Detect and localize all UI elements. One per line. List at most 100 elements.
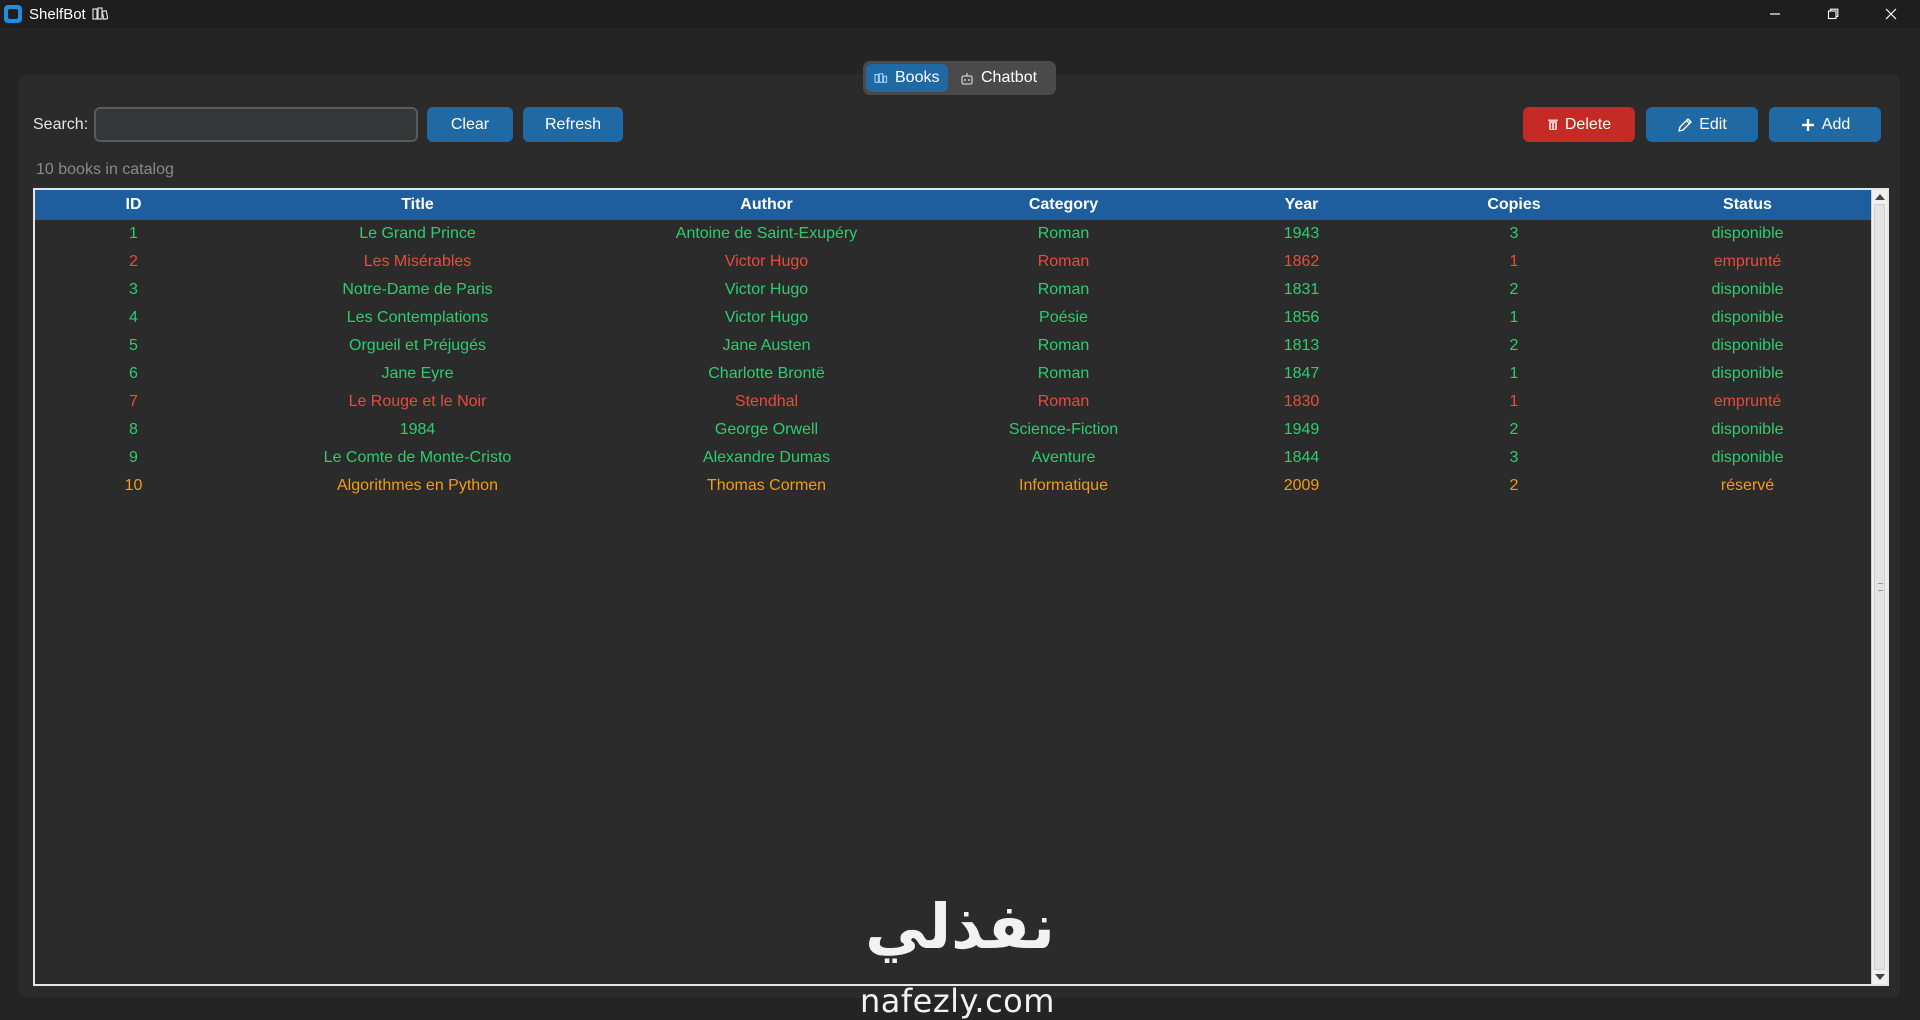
cell-author: Charlotte Brontë [708, 365, 825, 382]
cell-id: 6 [129, 365, 138, 382]
cell-status: disponible [1711, 309, 1784, 326]
cell-title: Orgueil et Préjugés [349, 337, 486, 354]
cell-category: Roman [1037, 393, 1090, 410]
cell-year: 1813 [1283, 337, 1320, 354]
watermark-url: nafezly.com [860, 982, 1055, 1020]
cell-year: 1856 [1283, 309, 1320, 326]
cell-author: Antoine de Saint-Exupéry [675, 225, 858, 242]
cell-year: 1830 [1283, 393, 1320, 410]
cell-status: réservé [1720, 477, 1775, 494]
table-row[interactable]: 10 Algorithmes en Python Thomas Cormen I… [35, 472, 1873, 500]
search-label: Search: [33, 116, 89, 133]
cell-status: emprunté [1713, 253, 1782, 270]
cell-category: Science-Fiction [1008, 421, 1119, 438]
cell-status: disponible [1711, 281, 1784, 298]
scroll-grip-icon [1878, 583, 1883, 591]
window-title: ShelfBot [29, 5, 86, 23]
table-row[interactable]: 2 Les Misérables Victor Hugo Roman 1862 … [35, 248, 1873, 276]
column-header-title[interactable]: Title [232, 190, 603, 220]
cell-title: Notre-Dame de Paris [342, 281, 493, 298]
table-row[interactable]: 9 Le Comte de Monte-Cristo Alexandre Dum… [35, 444, 1873, 472]
minimize-button[interactable] [1746, 0, 1804, 28]
cell-copies: 2 [1509, 477, 1519, 494]
restore-button[interactable] [1804, 0, 1862, 28]
books-icon [92, 7, 108, 21]
cell-id: 7 [129, 393, 138, 410]
cell-copies: 2 [1509, 337, 1519, 354]
column-header-id[interactable]: ID [35, 190, 232, 220]
table-row[interactable]: 7 Le Rouge et le Noir Stendhal Roman 183… [35, 388, 1873, 416]
plus-icon [1801, 118, 1814, 131]
catalog-count: 10 books in catalog [36, 161, 174, 178]
window-controls [1746, 0, 1920, 28]
refresh-button[interactable]: Refresh [523, 107, 623, 142]
tab-books-label: Books [895, 69, 940, 86]
cell-status: disponible [1711, 225, 1784, 242]
column-header-category[interactable]: Category [930, 190, 1197, 220]
cell-copies: 2 [1509, 281, 1519, 298]
cell-category: Roman [1037, 225, 1090, 242]
cell-copies: 2 [1509, 421, 1519, 438]
cell-title: Algorithmes en Python [337, 477, 498, 494]
search-input[interactable] [94, 107, 418, 142]
books-table: ID Title Author Category Year Copies Sta… [33, 188, 1889, 986]
cell-year: 1943 [1283, 225, 1320, 242]
table-row[interactable]: 5 Orgueil et Préjugés Jane Austen Roman … [35, 332, 1873, 360]
cell-copies: 1 [1509, 365, 1519, 382]
cell-id: 10 [124, 477, 143, 494]
table-scrollbar[interactable] [1871, 190, 1887, 984]
cell-id: 4 [129, 309, 138, 326]
add-button-label: Add [1821, 115, 1851, 133]
cell-category: Poésie [1039, 309, 1088, 326]
cell-author: Jane Austen [722, 337, 811, 354]
cell-copies: 1 [1509, 309, 1519, 326]
cell-status: disponible [1711, 449, 1784, 466]
tab-chatbot[interactable]: Chatbot [952, 64, 1048, 92]
clear-button-label: Clear [450, 115, 490, 133]
cell-author: Alexandre Dumas [702, 449, 831, 466]
table-row[interactable]: 6 Jane Eyre Charlotte Brontë Roman 1847 … [35, 360, 1873, 388]
add-button[interactable]: Add [1769, 107, 1881, 142]
table-body: 1 Le Grand Prince Antoine de Saint-Exupé… [35, 220, 1873, 500]
refresh-button-label: Refresh [544, 115, 602, 133]
cell-author: Victor Hugo [724, 253, 809, 270]
cell-copies: 1 [1509, 393, 1519, 410]
cell-title: Le Grand Prince [359, 225, 476, 242]
cell-title: Les Contemplations [346, 309, 489, 326]
cell-id: 9 [129, 449, 138, 466]
cell-category: Roman [1037, 337, 1090, 354]
cell-status: disponible [1711, 365, 1784, 382]
column-header-year[interactable]: Year [1197, 190, 1406, 220]
tab-books[interactable]: Books [866, 64, 948, 92]
column-header-author[interactable]: Author [603, 190, 930, 220]
clear-button[interactable]: Clear [427, 107, 513, 142]
table-header: ID Title Author Category Year Copies Sta… [35, 190, 1873, 220]
cell-year: 1844 [1283, 449, 1320, 466]
delete-button[interactable]: Delete [1523, 107, 1635, 142]
scroll-down-arrow-icon[interactable] [1875, 974, 1885, 980]
table-row[interactable]: 4 Les Contemplations Victor Hugo Poésie … [35, 304, 1873, 332]
robot-icon [961, 72, 973, 85]
scroll-thumb[interactable] [1874, 204, 1885, 970]
table-row[interactable]: 1 Le Grand Prince Antoine de Saint-Exupé… [35, 220, 1873, 248]
cell-id: 3 [129, 281, 138, 298]
edit-button-label: Edit [1699, 115, 1727, 133]
column-header-status[interactable]: Status [1622, 190, 1873, 220]
table-row[interactable]: 8 1984 George Orwell Science-Fiction 194… [35, 416, 1873, 444]
cell-copies: 3 [1509, 449, 1519, 466]
table-row[interactable]: 3 Notre-Dame de Paris Victor Hugo Roman … [35, 276, 1873, 304]
edit-button[interactable]: Edit [1646, 107, 1758, 142]
close-button[interactable] [1862, 0, 1920, 28]
cell-copies: 1 [1509, 253, 1519, 270]
cell-id: 8 [129, 421, 138, 438]
books-icon [874, 73, 888, 83]
restore-icon [1827, 8, 1839, 20]
title-bar: ShelfBot [0, 0, 1920, 28]
column-header-copies[interactable]: Copies [1406, 190, 1622, 220]
cell-author: Victor Hugo [724, 309, 809, 326]
scroll-up-arrow-icon[interactable] [1875, 194, 1885, 200]
cell-year: 1949 [1283, 421, 1320, 438]
cell-author: Stendhal [734, 393, 799, 410]
cell-author: George Orwell [714, 421, 819, 438]
cell-year: 1862 [1283, 253, 1320, 270]
